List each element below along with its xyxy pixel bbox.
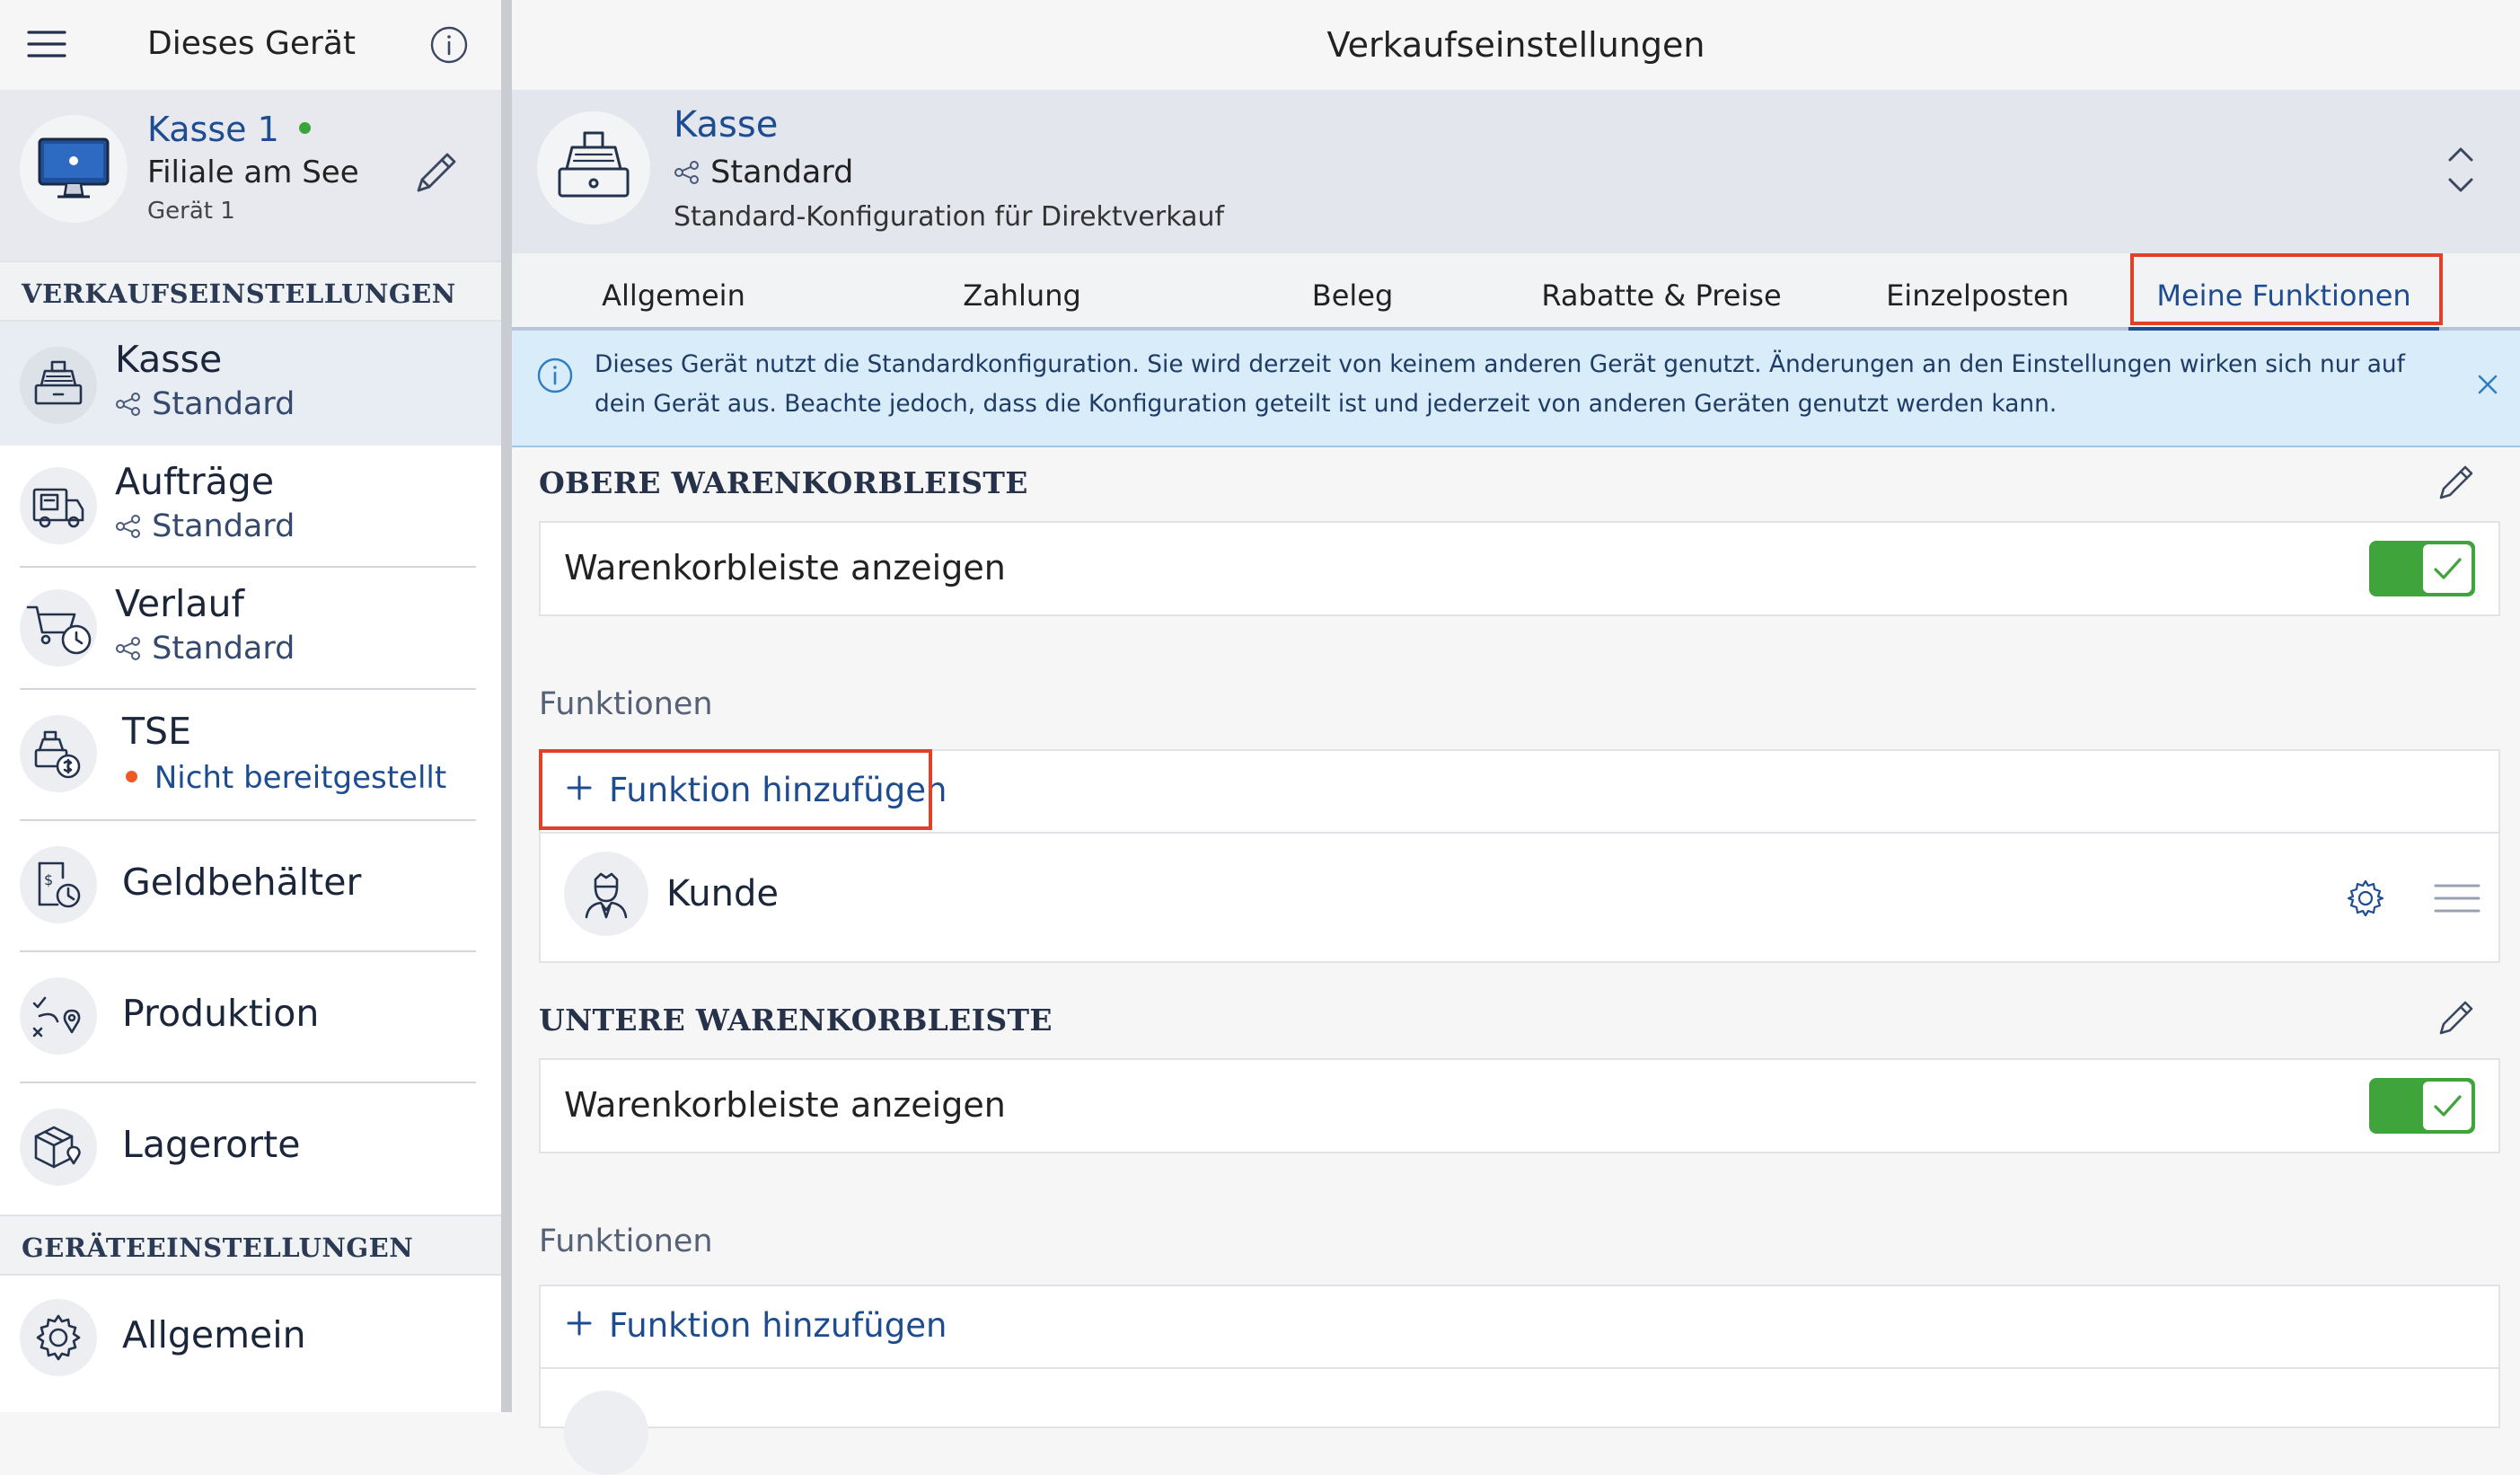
function-row-kunde[interactable]: Kunde (541, 834, 2498, 963)
functions-label-upper: Funktionen (539, 686, 713, 722)
device-label: Gerät 1 (147, 198, 235, 225)
sidebar-item-kasse[interactable]: Kasse Standard (0, 322, 501, 446)
cash-box-icon: $ (20, 846, 97, 923)
main-panel: Verkaufseinstellungen Kasse Standard Sta… (512, 0, 2520, 1475)
status-dot-warning (126, 771, 137, 782)
sidebar-item-label: Verlauf (115, 582, 244, 625)
sidebar-title: Dieses Gerät (147, 25, 356, 62)
tab-beleg[interactable]: Beleg (1209, 253, 1496, 331)
functions-list-upper: Funktion hinzufügen Kunde (539, 749, 2500, 963)
sidebar-header: Dieses Gerät (0, 0, 501, 90)
info-text-line1: Dieses Gerät nutzt die Standardkonfigura… (595, 350, 2405, 378)
toggle-label: Warenkorbleiste anzeigen (564, 548, 1006, 587)
config-description: Standard-Konfiguration für Direktverkauf (674, 201, 1225, 233)
share-icon (115, 508, 152, 544)
plus-icon (566, 1310, 593, 1340)
functions-list-lower: Funktion hinzufügen (539, 1285, 2500, 1475)
monitor-icon (38, 137, 110, 199)
collapse-expand-icon[interactable] (2443, 138, 2479, 201)
add-function-button-lower[interactable]: Funktion hinzufügen (541, 1286, 2498, 1367)
device-avatar (20, 115, 128, 223)
toggle-label: Warenkorbleiste anzeigen (564, 1085, 1006, 1125)
function-icon-partial (564, 1391, 648, 1475)
sidebar: Dieses Gerät Kasse 1 Filiale am See Gerä… (0, 0, 501, 1412)
sidebar-item-produktion[interactable]: Produktion (0, 952, 501, 1083)
device-name: Kasse 1 (147, 110, 279, 149)
config-name: Kasse (674, 104, 779, 146)
sidebar-item-sub: Standard (152, 508, 295, 544)
tab-bar: Allgemein Zahlung Beleg Rabatte & Preise… (512, 253, 2520, 334)
share-icon (115, 386, 152, 422)
menu-icon[interactable] (27, 29, 66, 59)
info-banner: Dieses Gerät nutzt die Standardkonfigura… (512, 331, 2520, 447)
sidebar-item-auftraege[interactable]: Aufträge Standard (0, 446, 501, 568)
toggle-switch-lower[interactable] (2369, 1078, 2475, 1134)
sidebar-item-lagerorte[interactable]: Lagerorte (0, 1083, 501, 1214)
highlight-box-add-function (539, 749, 932, 830)
sidebar-item-label: Lagerorte (122, 1123, 301, 1166)
sidebar-item-allgemein[interactable]: Allgemein (0, 1276, 501, 1412)
customer-icon (564, 852, 648, 936)
sidebar-item-label: Aufträge (115, 460, 275, 503)
edit-pencil-icon[interactable] (2434, 995, 2479, 1040)
tab-rabatte-preise[interactable]: Rabatte & Preise (1496, 253, 1827, 331)
sidebar-item-geldbehaelter[interactable]: $ Geldbehälter (0, 821, 501, 952)
delivery-truck-icon (20, 467, 97, 544)
sidebar-item-label: Geldbehälter (122, 861, 362, 904)
tab-einzelposten[interactable]: Einzelposten (1827, 253, 2128, 331)
storage-location-icon (20, 1108, 97, 1186)
sidebar-item-sub: Nicht bereitgestellt (154, 760, 447, 796)
edit-pencil-icon[interactable] (2434, 460, 2479, 505)
online-status-dot (298, 122, 311, 134)
checkmark-icon (2423, 1082, 2472, 1130)
sidebar-item-sub: Standard (152, 386, 295, 422)
config-header[interactable]: Kasse Standard Standard-Konfiguration fü… (512, 90, 2520, 253)
toggle-row-lower: Warenkorbleiste anzeigen (539, 1058, 2500, 1153)
tab-allgemein[interactable]: Allgemein (512, 253, 835, 331)
section-label-device: GERÄTEEINSTELLUNGEN (0, 1214, 501, 1276)
sidebar-item-label: Kasse (115, 338, 223, 381)
sidebar-item-tse[interactable]: TSE Nicht bereitgestellt (0, 690, 501, 821)
sidebar-item-sub: Standard (152, 631, 295, 667)
tab-zahlung[interactable]: Zahlung (835, 253, 1209, 331)
add-function-label: Funktion hinzufügen (609, 1306, 947, 1345)
section-heading-lower: UNTERE WARENKORBLEISTE (539, 1002, 1053, 1038)
toggle-switch-upper[interactable] (2369, 541, 2475, 596)
function-label: Kunde (666, 873, 779, 914)
sidebar-item-verlauf[interactable]: Verlauf Standard (0, 568, 501, 690)
sidebar-item-label: Produktion (122, 992, 320, 1035)
info-icon (535, 356, 575, 395)
close-icon[interactable] (2475, 372, 2500, 397)
drag-handle-icon[interactable] (2432, 879, 2482, 918)
device-card[interactable]: Kasse 1 Filiale am See Gerät 1 (0, 90, 501, 261)
checkmark-icon (2423, 544, 2472, 593)
sidebar-item-label: TSE (122, 710, 191, 753)
cart-history-icon (20, 589, 97, 667)
section-label-sales: VERKAUFSEINSTELLUNGEN (0, 261, 501, 322)
cash-register-icon (537, 111, 650, 225)
info-text-line2: dein Gerät aus. Beachte jedoch, dass die… (595, 390, 2057, 418)
divider (541, 1367, 2498, 1369)
tse-icon (20, 715, 97, 792)
gear-icon (20, 1299, 97, 1376)
sidebar-item-label: Allgemein (122, 1313, 306, 1356)
device-branch: Filiale am See (147, 155, 359, 190)
section-heading-upper: OBERE WARENKORBLEISTE (539, 465, 1028, 500)
svg-text:$: $ (44, 871, 53, 888)
pane-divider[interactable] (501, 0, 512, 1412)
functions-label-lower: Funktionen (539, 1223, 713, 1259)
toggle-row-upper: Warenkorbleiste anzeigen (539, 521, 2500, 616)
production-route-icon (20, 977, 97, 1055)
highlight-box-tab (2130, 253, 2443, 325)
page-title: Verkaufseinstellungen (1326, 25, 1705, 65)
share-icon (674, 155, 710, 190)
gear-icon[interactable] (2346, 879, 2385, 918)
edit-pencil-icon[interactable] (410, 146, 463, 199)
share-icon (115, 631, 152, 667)
config-profile: Standard (710, 155, 854, 190)
info-icon[interactable] (429, 25, 469, 65)
cash-register-icon (20, 347, 97, 424)
